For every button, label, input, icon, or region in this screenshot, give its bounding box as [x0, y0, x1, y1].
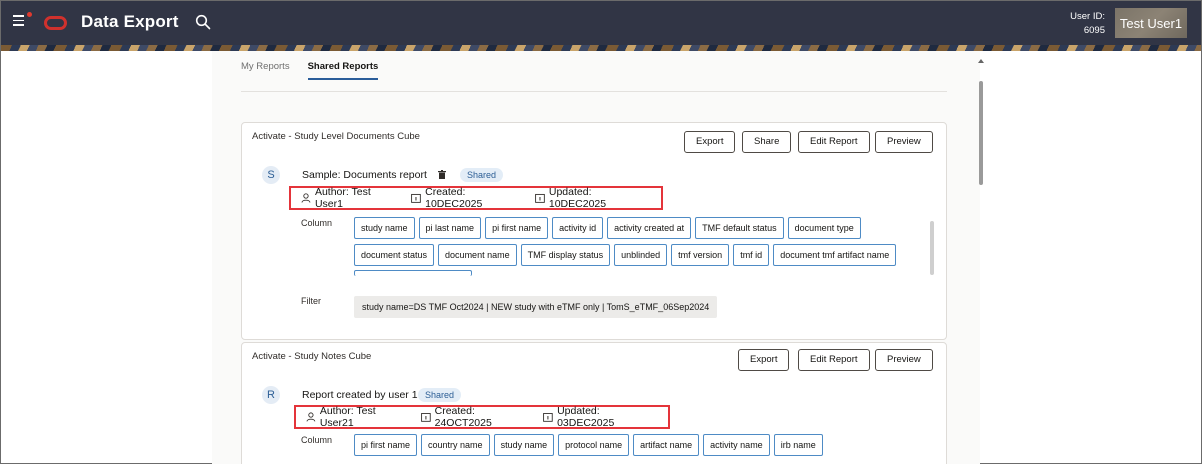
card-title: Activate - Study Level Documents Cube: [252, 131, 420, 142]
top-bar: Data Export User ID: 6095 Test User1: [1, 1, 1201, 45]
report-tabs: My Reports Shared Reports: [241, 61, 379, 80]
shared-badge: Shared: [418, 388, 462, 402]
report-card: Activate - Study Notes Cube Export Edit …: [241, 342, 947, 464]
author-meta: Author: Test User1: [301, 186, 401, 210]
author-text: Author: Test User21: [319, 405, 376, 429]
app-title: Data Export: [81, 12, 179, 31]
calendar-icon: [535, 193, 545, 203]
column-chip: TMF display status: [520, 243, 611, 266]
column-chip: protocol name: [558, 434, 630, 456]
column-chip: document type: [787, 217, 861, 239]
column-chip: pi first name: [354, 434, 418, 456]
tabs-divider: [241, 91, 947, 92]
column-chip: activity created at: [607, 217, 692, 239]
calendar-icon: [420, 413, 431, 422]
updated-meta: Updated: 03DEC2025: [543, 405, 658, 429]
report-card: Activate - Study Level Documents Cube Ex…: [241, 122, 947, 340]
calendar-icon: [411, 193, 421, 203]
created-text: Created: 24OCT2025: [434, 405, 492, 429]
column-chip: activity name: [703, 434, 770, 456]
updated-text: Updated: 03DEC2025: [557, 405, 615, 429]
shared-badge: Shared: [460, 168, 504, 182]
export-button[interactable]: Export: [684, 131, 736, 153]
column-chip-partial: [354, 270, 472, 277]
column-chip: TMF default status: [695, 217, 784, 239]
edit-report-button[interactable]: Edit Report: [798, 131, 870, 153]
updated-meta: Updated: 10DEC2025: [535, 186, 651, 210]
scroll-up-arrow-icon[interactable]: [978, 59, 984, 63]
preview-button[interactable]: Preview: [875, 131, 933, 153]
columns-scrollbar[interactable]: [930, 221, 934, 275]
column-chip: study name: [493, 434, 555, 456]
column-label: Column: [301, 435, 333, 445]
report-meta-highlight: Author: Test User21 Created: 24OCT2025 U…: [294, 405, 670, 429]
tab-shared-reports[interactable]: Shared Reports: [307, 61, 379, 80]
user-id-label: User ID:: [1070, 11, 1105, 22]
avatar: S: [262, 166, 280, 184]
edit-report-button[interactable]: Edit Report: [798, 349, 870, 371]
column-chip: activity id: [552, 217, 604, 239]
column-label: Column: [301, 218, 333, 228]
created-text: Created: 10DEC2025: [425, 186, 483, 210]
user-menu-button[interactable]: Test User1: [1115, 8, 1187, 38]
report-name: Report created by user 1: [302, 389, 418, 401]
column-chip: study name: [354, 217, 415, 239]
user-icon: [306, 412, 316, 422]
report-name: Sample: Documents report: [302, 169, 427, 181]
card-title: Activate - Study Notes Cube: [252, 351, 372, 362]
tab-my-reports[interactable]: My Reports: [241, 61, 290, 80]
column-chip: document tmf artifact name: [773, 243, 897, 266]
user-name: Test User1: [1119, 15, 1183, 31]
search-icon[interactable]: [195, 14, 211, 30]
updated-text: Updated: 10DEC2025: [548, 186, 607, 210]
export-button[interactable]: Export: [738, 349, 790, 371]
created-meta: Created: 10DEC2025: [411, 186, 525, 210]
column-chips: pi first name country name study name pr…: [354, 434, 920, 458]
column-chip: pi last name: [418, 217, 482, 239]
user-icon: [301, 193, 311, 203]
column-chip: country name: [421, 434, 490, 456]
page-scrollbar-thumb[interactable]: [979, 81, 983, 185]
report-meta-highlight: Author: Test User1 Created: 10DEC2025 Up…: [289, 186, 663, 210]
column-chip: pi first name: [485, 217, 549, 239]
oracle-logo: [44, 16, 67, 30]
column-chip: tmf id: [733, 243, 770, 266]
column-chip: tmf version: [671, 243, 730, 266]
avatar: R: [262, 386, 280, 404]
share-button[interactable]: Share: [742, 131, 792, 153]
column-chip: artifact name: [633, 434, 700, 456]
filter-value: study name=DS TMF Oct2024 | NEW study wi…: [354, 296, 718, 318]
filter-label: Filter: [301, 296, 321, 306]
column-chip: document status: [354, 243, 435, 266]
column-chips: study name pi last name pi first name ac…: [354, 217, 920, 277]
hamburger-menu-icon[interactable]: [13, 12, 32, 34]
calendar-icon: [543, 413, 553, 422]
column-chip: document name: [438, 243, 517, 266]
preview-button[interactable]: Preview: [875, 349, 933, 371]
trash-icon[interactable]: [438, 170, 446, 179]
column-chip: irb name: [773, 434, 823, 456]
user-id-value: 6095: [1083, 25, 1105, 36]
column-chip: unblinded: [614, 243, 668, 266]
user-id: User ID: 6095: [1070, 10, 1105, 38]
notification-dot: [27, 12, 32, 17]
created-meta: Created: 24OCT2025: [420, 405, 533, 429]
author-text: Author: Test User1: [314, 186, 371, 210]
author-meta: Author: Test User21: [306, 405, 411, 429]
